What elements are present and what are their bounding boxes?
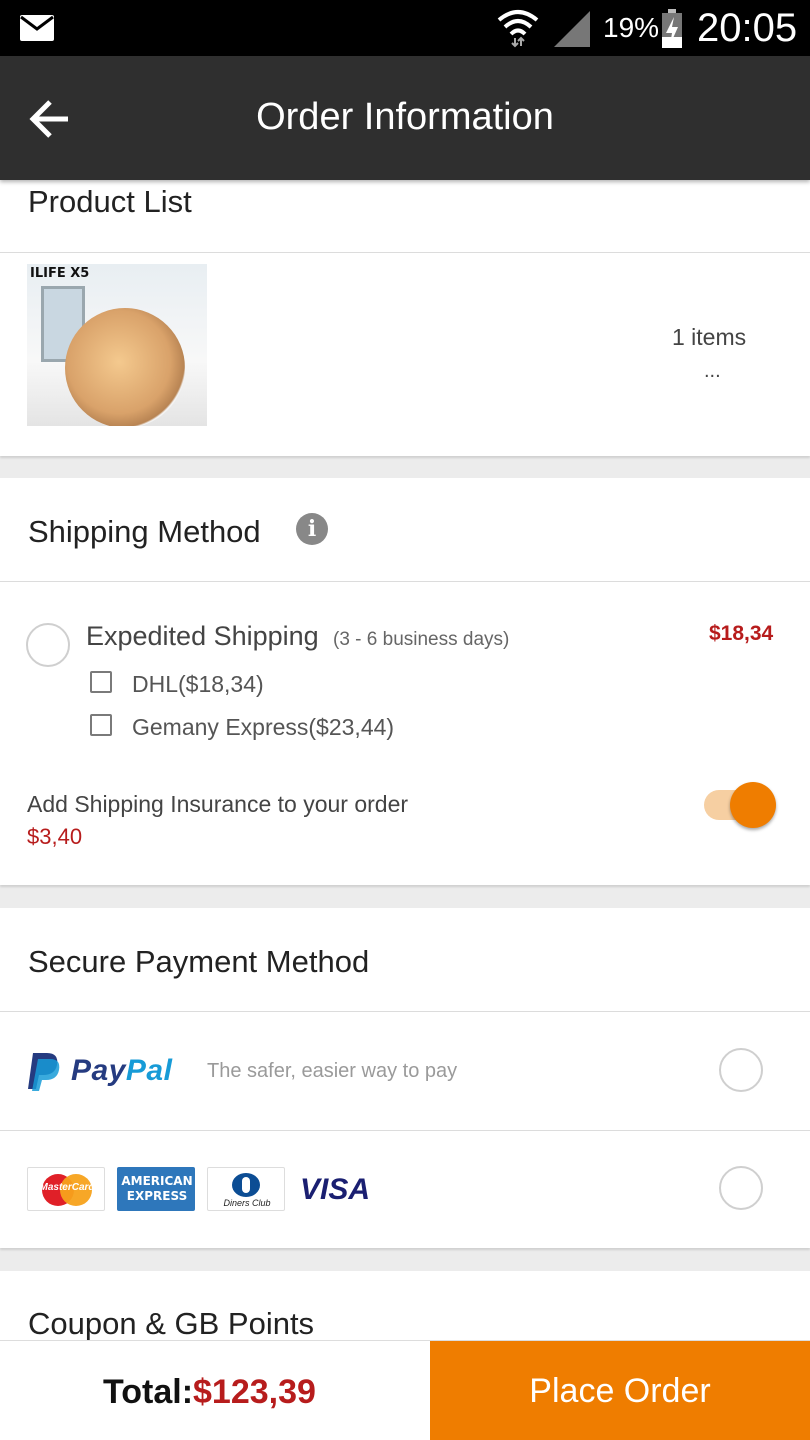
product-image-brand: ILIFE X5 (30, 266, 90, 281)
signal-icon (554, 11, 590, 47)
mail-icon (20, 15, 54, 41)
expedited-shipping-radio[interactable] (26, 623, 70, 667)
divider (0, 252, 810, 253)
credit-card-radio[interactable] (719, 1166, 763, 1210)
shipping-method-days: (3 - 6 business days) (333, 629, 510, 650)
page-title: Order Information (256, 96, 554, 138)
shipping-method-price: $18,34 (709, 622, 774, 645)
items-more[interactable]: ... (704, 360, 721, 383)
coupon-title[interactable]: Coupon & GB Points (28, 1306, 314, 1342)
info-icon[interactable]: i (296, 513, 328, 545)
divider (0, 1011, 810, 1012)
mastercard-logo: MasterCard (27, 1167, 105, 1211)
app-bar: Order Information (0, 56, 810, 180)
visa-logo: VISA (300, 1173, 371, 1206)
items-count[interactable]: 1 items (672, 324, 746, 351)
product-image-robot (65, 308, 185, 426)
germany-express-checkbox[interactable] (90, 714, 112, 736)
paypal-radio[interactable] (719, 1048, 763, 1092)
paypal-p-icon (28, 1053, 60, 1091)
diners-club-logo: Diners Club (207, 1167, 285, 1211)
product-list-title: Product List (28, 184, 192, 219)
toggle-knob (730, 782, 776, 828)
battery-percent: 19% (603, 12, 660, 43)
divider (0, 581, 810, 582)
bottom-bar: Total:$123,39 Place Order (0, 1340, 810, 1440)
battery-icon (662, 9, 682, 48)
shipping-method-title: Shipping Method (28, 514, 261, 549)
payment-method-title: Secure Payment Method (28, 944, 370, 979)
shipping-insurance-toggle[interactable] (704, 782, 776, 828)
paypal-tagline: The safer, easier way to pay (207, 1060, 458, 1082)
status-bar: 19% 20:05 (0, 0, 810, 56)
shipping-insurance-price: $3,40 (27, 824, 83, 849)
paypal-logo: PayPal (27, 1050, 172, 1092)
divider (0, 1130, 810, 1131)
amex-logo: AMERICAN EXPRESS (117, 1167, 195, 1211)
place-order-button[interactable]: Place Order (430, 1341, 810, 1440)
total-amount: $123,39 (193, 1373, 316, 1411)
status-time: 20:05 (697, 6, 798, 50)
germany-express-option-label: Gemany Express($23,44) (132, 714, 395, 740)
order-total: Total:$123,39 (103, 1373, 316, 1412)
dhl-option-label: DHL($18,34) (132, 671, 264, 697)
shipping-method-name: Expedited Shipping (86, 621, 319, 651)
product-thumbnail[interactable]: ILIFE X5 (27, 264, 207, 426)
dhl-checkbox[interactable] (90, 671, 112, 693)
paypal-pal-text: Pal (125, 1054, 173, 1087)
shipping-insurance-label: Add Shipping Insurance to your order (27, 791, 409, 817)
paypal-pay-text: Pay (71, 1054, 126, 1087)
total-label: Total: (103, 1373, 194, 1411)
wifi-icon (497, 10, 539, 48)
